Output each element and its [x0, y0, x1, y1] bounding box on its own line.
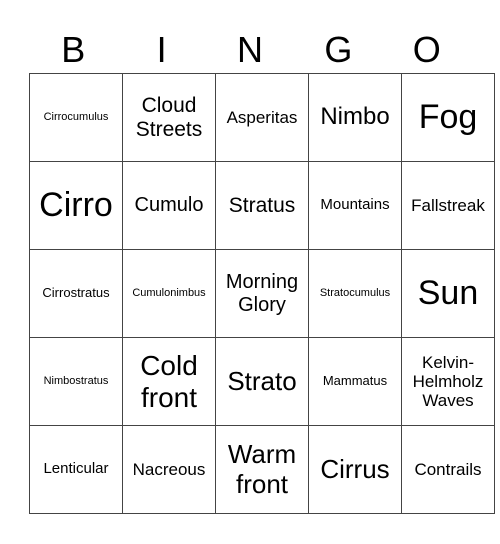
bingo-cell[interactable]: Cirrus	[308, 425, 402, 514]
header-letter-i: I	[156, 29, 167, 70]
bingo-board: Cirrocumulus Cloud Streets Asperitas Nim…	[29, 73, 495, 514]
bingo-cell[interactable]: Cloud Streets	[122, 73, 216, 162]
bingo-header: B I N G O	[29, 28, 471, 72]
bingo-cell[interactable]: Contrails	[401, 425, 495, 514]
board-row: Cirrostratus Cumulonimbus Morning Glory …	[29, 249, 495, 338]
bingo-cell[interactable]: Cold front	[122, 337, 216, 426]
bingo-cell[interactable]: Nacreous	[122, 425, 216, 514]
board-row: Cirrocumulus Cloud Streets Asperitas Nim…	[29, 73, 495, 162]
bingo-cell[interactable]: Fog	[401, 73, 495, 162]
bingo-cell[interactable]: Stratocumulus	[308, 249, 402, 338]
bingo-cell[interactable]: Sun	[401, 249, 495, 338]
bingo-cell[interactable]: Nimbo	[308, 73, 402, 162]
bingo-cell[interactable]: Asperitas	[215, 73, 309, 162]
bingo-cell[interactable]: Cirrostratus	[29, 249, 123, 338]
bingo-cell[interactable]: Cirro	[29, 161, 123, 250]
board-row: Cirro Cumulo Stratus Mountains Fallstrea…	[29, 161, 495, 250]
bingo-cell[interactable]: Strato	[215, 337, 309, 426]
bingo-cell[interactable]: Cumulonimbus	[122, 249, 216, 338]
bingo-cell[interactable]: Warm front	[215, 425, 309, 514]
bingo-cell[interactable]: Nimbostratus	[29, 337, 123, 426]
board-row: Nimbostratus Cold front Strato Mammatus …	[29, 337, 495, 426]
bingo-cell[interactable]: Mountains	[308, 161, 402, 250]
header-letter-o: O	[412, 29, 441, 70]
header-letter-n: N	[236, 29, 263, 70]
header-letter-g: G	[324, 29, 353, 70]
bingo-cell[interactable]: Stratus	[215, 161, 309, 250]
header-letter-b: B	[61, 29, 86, 70]
bingo-cell[interactable]: Cirrocumulus	[29, 73, 123, 162]
bingo-cell[interactable]: Morning Glory	[215, 249, 309, 338]
bingo-cell[interactable]: Mammatus	[308, 337, 402, 426]
bingo-cell[interactable]: Kelvin-Helmholz Waves	[401, 337, 495, 426]
bingo-cell[interactable]: Fallstreak	[401, 161, 495, 250]
bingo-cell[interactable]: Lenticular	[29, 425, 123, 514]
bingo-cell[interactable]: Cumulo	[122, 161, 216, 250]
board-row: Lenticular Nacreous Warm front Cirrus Co…	[29, 425, 495, 514]
